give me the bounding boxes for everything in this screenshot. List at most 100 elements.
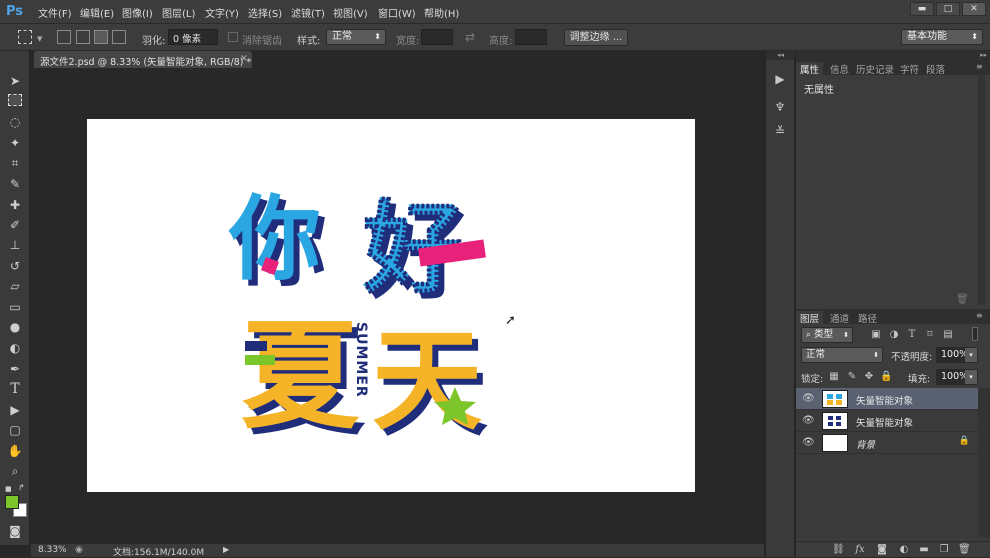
tab-info[interactable]: 信息: [830, 62, 849, 76]
eyedropper-tool-icon[interactable]: ✎: [7, 176, 23, 192]
filter-toggle[interactable]: [972, 327, 978, 341]
filter-smart-object-icon[interactable]: ▤: [942, 329, 954, 341]
default-colors-icon[interactable]: ■: [5, 485, 12, 493]
filter-pixel-icon[interactable]: ▣: [870, 329, 882, 341]
layer-row[interactable]: 👁 背景 🔒: [796, 432, 978, 454]
menu-layer[interactable]: 图层(L): [162, 5, 195, 20]
chevron-down-icon[interactable]: ▼: [37, 35, 42, 43]
properties-scrollbar[interactable]: [978, 75, 985, 305]
menu-select[interactable]: 选择(S): [248, 5, 282, 20]
magic-wand-tool-icon[interactable]: ✦: [7, 135, 23, 151]
layer-filter-select[interactable]: ⌕ 类型 ⬍: [801, 327, 853, 343]
type-tool-icon[interactable]: T: [7, 381, 23, 397]
menu-type[interactable]: 文字(Y): [205, 5, 239, 20]
menu-file[interactable]: 文件(F): [38, 5, 72, 20]
maximize-button[interactable]: □: [936, 2, 960, 16]
tool-presets-icon[interactable]: ≚: [772, 123, 788, 139]
zoom-level[interactable]: 8.33%: [38, 545, 67, 555]
workspace-select[interactable]: 基本功能 ⬍: [901, 29, 983, 45]
brush-tool-icon[interactable]: ✐: [7, 217, 23, 233]
visibility-eye-icon[interactable]: 👁: [802, 393, 815, 404]
rectangle-shape-tool-icon[interactable]: ▢: [7, 422, 23, 438]
filter-type-icon[interactable]: T: [906, 329, 918, 341]
actions-play-icon[interactable]: ▶: [772, 71, 788, 87]
swap-icon[interactable]: ⇄: [465, 30, 475, 44]
zoom-tool-icon[interactable]: ⌕: [7, 463, 23, 479]
visibility-eye-icon[interactable]: 👁: [802, 437, 815, 448]
layer-name[interactable]: 矢量智能对象: [856, 393, 913, 407]
document-canvas[interactable]: 你 你 好 好 夏 夏 SUMMER 天 天 ➚: [87, 119, 695, 492]
fill-input[interactable]: 100% ▾: [936, 369, 978, 385]
crop-tool-icon[interactable]: ⌗: [7, 155, 23, 171]
tab-character[interactable]: 字符: [900, 62, 919, 76]
tab-history[interactable]: 历史记录: [856, 62, 894, 76]
lock-pixels-icon[interactable]: ✎: [846, 371, 858, 383]
width-input[interactable]: [421, 29, 453, 45]
trash-icon[interactable]: 🗑: [956, 294, 969, 305]
tab-paragraph[interactable]: 段落: [926, 62, 945, 76]
add-to-selection-icon[interactable]: [76, 30, 90, 44]
fx-icon[interactable]: fx: [854, 544, 866, 556]
lock-position-icon[interactable]: ✥: [863, 371, 875, 383]
minimize-button[interactable]: ▬: [910, 2, 934, 16]
status-share-icon[interactable]: ◉: [75, 545, 83, 555]
opacity-input[interactable]: 100% ▾: [936, 347, 978, 363]
height-input[interactable]: [515, 29, 547, 45]
blur-tool-icon[interactable]: ●: [7, 319, 23, 335]
blend-mode-select[interactable]: 正常 ⬍: [801, 347, 883, 363]
menu-window[interactable]: 窗口(W): [378, 5, 416, 20]
feather-input[interactable]: 0 像素: [168, 29, 218, 45]
chevron-down-icon[interactable]: ▾: [965, 348, 977, 362]
dodge-tool-icon[interactable]: ◐: [7, 340, 23, 356]
tab-paths[interactable]: 路径: [858, 311, 877, 325]
foreground-color-swatch[interactable]: [5, 495, 19, 509]
lasso-tool-icon[interactable]: ◌: [7, 114, 23, 130]
layers-scrollbar[interactable]: [978, 388, 990, 538]
brushes-icon[interactable]: ♆: [772, 99, 788, 115]
menu-help[interactable]: 帮助(H): [424, 5, 459, 20]
quick-mask-icon[interactable]: ◙: [7, 523, 23, 539]
menu-image[interactable]: 图像(I): [122, 5, 153, 20]
layer-name[interactable]: 背景: [856, 437, 875, 451]
swap-colors-icon[interactable]: ↱: [18, 483, 25, 492]
lock-all-icon[interactable]: 🔒: [880, 371, 892, 383]
eraser-tool-icon[interactable]: ▱: [7, 278, 23, 294]
mask-icon[interactable]: ◙: [876, 544, 888, 556]
document-tab[interactable]: 源文件2.psd @ 8.33% (矢量智能对象, RGB/8) * ×: [34, 51, 252, 68]
history-brush-tool-icon[interactable]: ↺: [7, 258, 23, 274]
path-selection-tool-icon[interactable]: ▶: [7, 402, 23, 418]
filter-adjustment-icon[interactable]: ◑: [888, 329, 900, 341]
tab-properties[interactable]: 属性: [796, 62, 824, 76]
dock-expand-icon[interactable]: ▸▸: [796, 51, 990, 60]
panel-menu-icon[interactable]: ≡: [976, 62, 983, 71]
layer-row[interactable]: 👁 矢量智能对象: [796, 388, 978, 410]
hand-tool-icon[interactable]: ✋: [7, 443, 23, 459]
link-icon[interactable]: ⛓: [832, 544, 845, 556]
clone-stamp-tool-icon[interactable]: ⊥: [7, 237, 23, 253]
new-selection-icon[interactable]: [57, 30, 71, 44]
refine-edge-button[interactable]: 调整边缘 ...: [564, 29, 628, 46]
folder-icon[interactable]: ▬: [918, 544, 930, 556]
filter-shape-icon[interactable]: ⌑: [924, 329, 936, 341]
menu-view[interactable]: 视图(V): [333, 5, 368, 20]
adjustment-icon[interactable]: ◐: [898, 544, 910, 556]
chevron-down-icon[interactable]: ▾: [965, 370, 977, 384]
subtract-selection-icon[interactable]: [94, 30, 108, 44]
layer-name[interactable]: 矢量智能对象: [856, 415, 913, 429]
dock-collapse-icon[interactable]: ◂◂: [766, 51, 795, 60]
rect-marquee-tool-icon[interactable]: [8, 94, 22, 106]
style-select[interactable]: 正常 ⬍: [326, 29, 386, 45]
lock-transparent-icon[interactable]: ▦: [828, 371, 840, 383]
close-button[interactable]: ✕: [962, 2, 986, 16]
tab-channels[interactable]: 通道: [830, 311, 849, 325]
trash-icon[interactable]: 🗑: [958, 544, 971, 556]
move-tool-icon[interactable]: ➤: [7, 73, 23, 89]
gradient-tool-icon[interactable]: ▭: [7, 299, 23, 315]
layer-row[interactable]: 👁 矢量智能对象: [796, 410, 978, 432]
menu-filter[interactable]: 滤镜(T): [291, 5, 325, 20]
visibility-eye-icon[interactable]: 👁: [802, 415, 815, 426]
marquee-tool-preset-icon[interactable]: [18, 30, 32, 44]
menu-edit[interactable]: 编辑(E): [80, 5, 114, 20]
pen-tool-icon[interactable]: ✒: [7, 361, 23, 377]
panel-menu-icon[interactable]: ≡: [976, 311, 983, 320]
